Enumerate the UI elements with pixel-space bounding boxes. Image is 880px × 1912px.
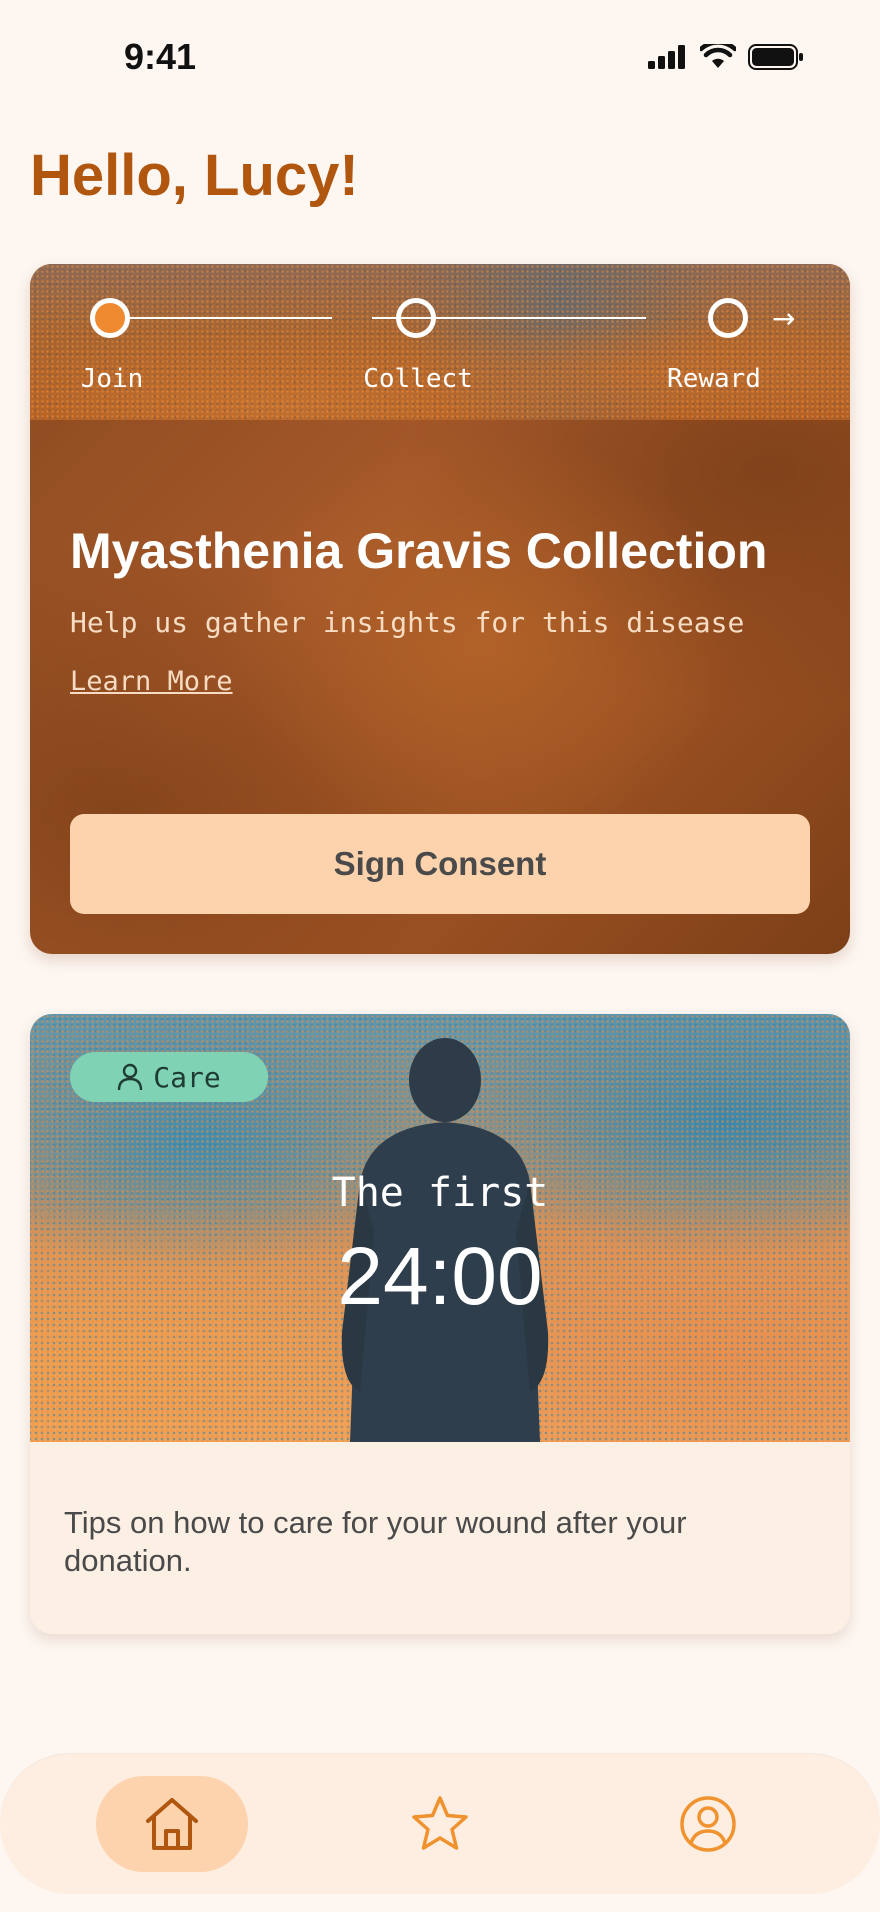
home-icon	[146, 1798, 198, 1850]
progress-stepper: → Join Collect Reward	[30, 264, 850, 420]
step-label-collect: Collect	[363, 364, 473, 394]
arrow-right-icon: →	[772, 302, 796, 335]
tab-favorites[interactable]	[364, 1776, 516, 1872]
learn-more-link[interactable]: Learn More	[70, 666, 233, 697]
greeting-title: Hello, Lucy!	[30, 143, 359, 208]
sign-consent-button[interactable]: Sign Consent	[70, 814, 810, 914]
care-overline: The first	[331, 1170, 549, 1216]
star-icon	[412, 1796, 468, 1850]
step-label-join: Join	[80, 364, 144, 394]
status-icons	[648, 44, 804, 70]
care-badge-label: Care	[153, 1060, 221, 1094]
care-card[interactable]: Care The first 24:00 Tips on how to care…	[30, 1014, 850, 1634]
care-time: 24:00	[337, 1231, 543, 1322]
tab-home[interactable]	[96, 1776, 248, 1872]
collection-subtitle: Help us gather insights for this disease	[70, 606, 745, 639]
status-bar: 9:41	[0, 0, 880, 110]
battery-icon	[748, 44, 803, 70]
profile-icon	[680, 1796, 736, 1852]
step-label-reward: Reward	[667, 364, 761, 394]
tab-profile[interactable]	[632, 1776, 784, 1872]
collection-title: Myasthenia Gravis Collection	[70, 523, 768, 579]
care-description: Tips on how to care for your wound after…	[64, 1505, 687, 1578]
step-node-join	[90, 298, 130, 338]
status-time: 9:41	[124, 36, 197, 77]
step-connector	[116, 317, 332, 319]
step-node-collect	[396, 298, 436, 338]
collection-card[interactable]: → Join Collect Reward Myasthenia Gravis …	[30, 264, 850, 954]
care-hero-image: Care The first 24:00	[30, 1014, 850, 1442]
cellular-signal-icon	[648, 45, 685, 69]
bottom-tab-bar	[0, 1754, 880, 1894]
person-icon	[118, 1063, 143, 1091]
wifi-icon	[700, 44, 736, 68]
step-node-reward	[708, 298, 748, 338]
texture-overlay	[30, 264, 850, 420]
care-badge: Care	[70, 1052, 268, 1102]
